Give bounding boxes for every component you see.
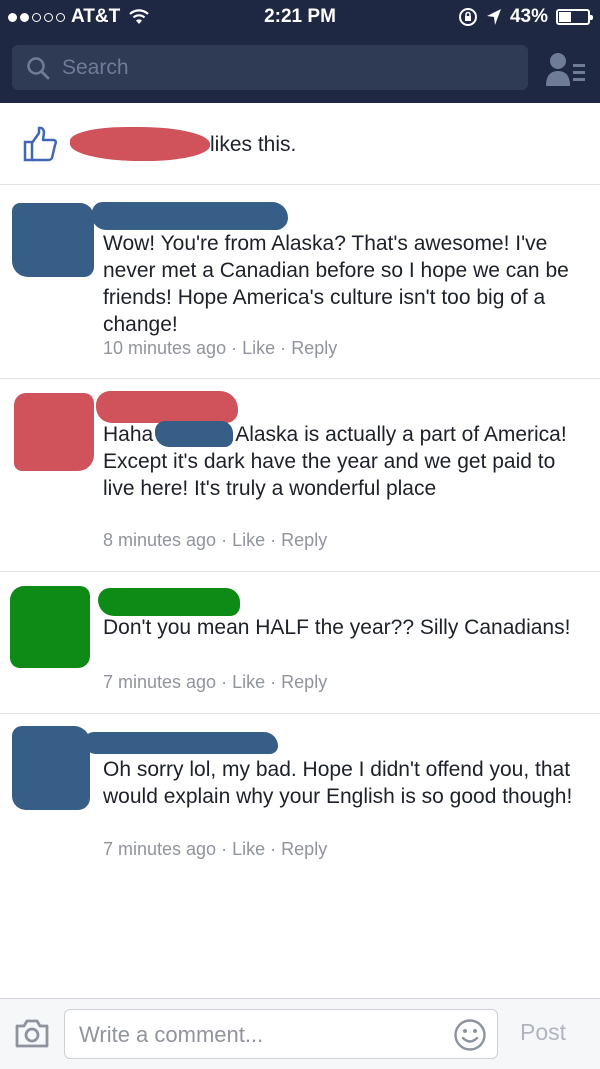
redacted-liker-name [70, 127, 210, 161]
comment-timestamp: 10 minutes ago [103, 338, 227, 358]
top-bar: AT&T 2:21 PM 43% Search [0, 0, 600, 103]
search-input[interactable]: Search [12, 45, 528, 90]
reply-link[interactable]: Reply [281, 672, 327, 692]
like-link[interactable]: Like [232, 672, 265, 692]
emoji-icon[interactable] [453, 1018, 487, 1052]
like-link[interactable]: Like [232, 839, 265, 859]
meta-separator: · [270, 672, 277, 692]
comment-composer: Write a comment... Post [0, 998, 600, 1069]
search-placeholder: Search [62, 55, 129, 79]
comment-item: Don't you mean HALF the year?? Silly Can… [0, 572, 600, 714]
avatar[interactable] [12, 203, 94, 277]
avatar[interactable] [14, 393, 94, 471]
search-icon [27, 56, 50, 79]
battery-icon [556, 9, 593, 25]
commenter-name[interactable] [98, 588, 240, 616]
location-arrow-icon [486, 9, 501, 25]
comment-meta: 7 minutes ago · Like · Reply [103, 672, 327, 693]
like-link[interactable]: Like [242, 338, 275, 358]
meta-separator: · [231, 338, 238, 358]
camera-icon[interactable] [14, 1017, 50, 1049]
status-bar: AT&T 2:21 PM 43% [0, 0, 600, 36]
comment-text-start: Haha [103, 423, 154, 446]
post-button[interactable]: Post [520, 1019, 566, 1046]
comment-timestamp: 8 minutes ago [103, 530, 217, 550]
commenter-name[interactable] [92, 202, 288, 230]
comment-timestamp: 7 minutes ago [103, 672, 217, 692]
commenter-name[interactable] [84, 732, 278, 754]
reply-link[interactable]: Reply [281, 530, 327, 550]
meta-separator: · [221, 672, 228, 692]
comment-item: Haha Alaska is actually a part of America… [0, 379, 600, 572]
comment-text: Oh sorry lol, my bad. Hope I didn't offe… [103, 758, 573, 808]
meta-separator: · [280, 338, 287, 358]
meta-separator: · [270, 530, 277, 550]
friend-requests-icon[interactable] [546, 50, 586, 88]
comment-meta: 10 minutes ago · Like · Reply [103, 338, 337, 359]
like-link[interactable]: Like [232, 530, 265, 550]
commenter-name[interactable] [96, 391, 238, 423]
comment-meta: 7 minutes ago · Like · Reply [103, 839, 327, 860]
comment-placeholder: Write a comment... [79, 1022, 264, 1047]
comment-item: Oh sorry lol, my bad. Hope I didn't offe… [0, 714, 600, 874]
comment-text: Haha Alaska is actually a part of America… [103, 421, 583, 502]
likes-text: likes this. [210, 133, 297, 156]
thumbs-up-icon [23, 126, 58, 162]
reply-link[interactable]: Reply [281, 839, 327, 859]
reply-link[interactable]: Reply [291, 338, 337, 358]
comment-meta: 8 minutes ago · Like · Reply [103, 530, 327, 551]
meta-separator: · [221, 839, 228, 859]
comment-item: Wow! You're from Alaska? That's awesome!… [0, 186, 600, 379]
avatar[interactable] [12, 726, 90, 810]
rotation-lock-icon [458, 8, 477, 26]
avatar[interactable] [10, 586, 90, 668]
battery-percent: 43% [509, 6, 548, 27]
comment-timestamp: 7 minutes ago [103, 839, 217, 859]
meta-separator: · [221, 530, 228, 550]
meta-separator: · [270, 839, 277, 859]
status-right: 43% [458, 6, 593, 28]
comment-text: Wow! You're from Alaska? That's awesome!… [103, 232, 569, 336]
comment-text: Don't you mean HALF the year?? Silly Can… [103, 616, 571, 639]
comment-input[interactable]: Write a comment... [64, 1009, 498, 1059]
redacted-mention [155, 421, 234, 447]
